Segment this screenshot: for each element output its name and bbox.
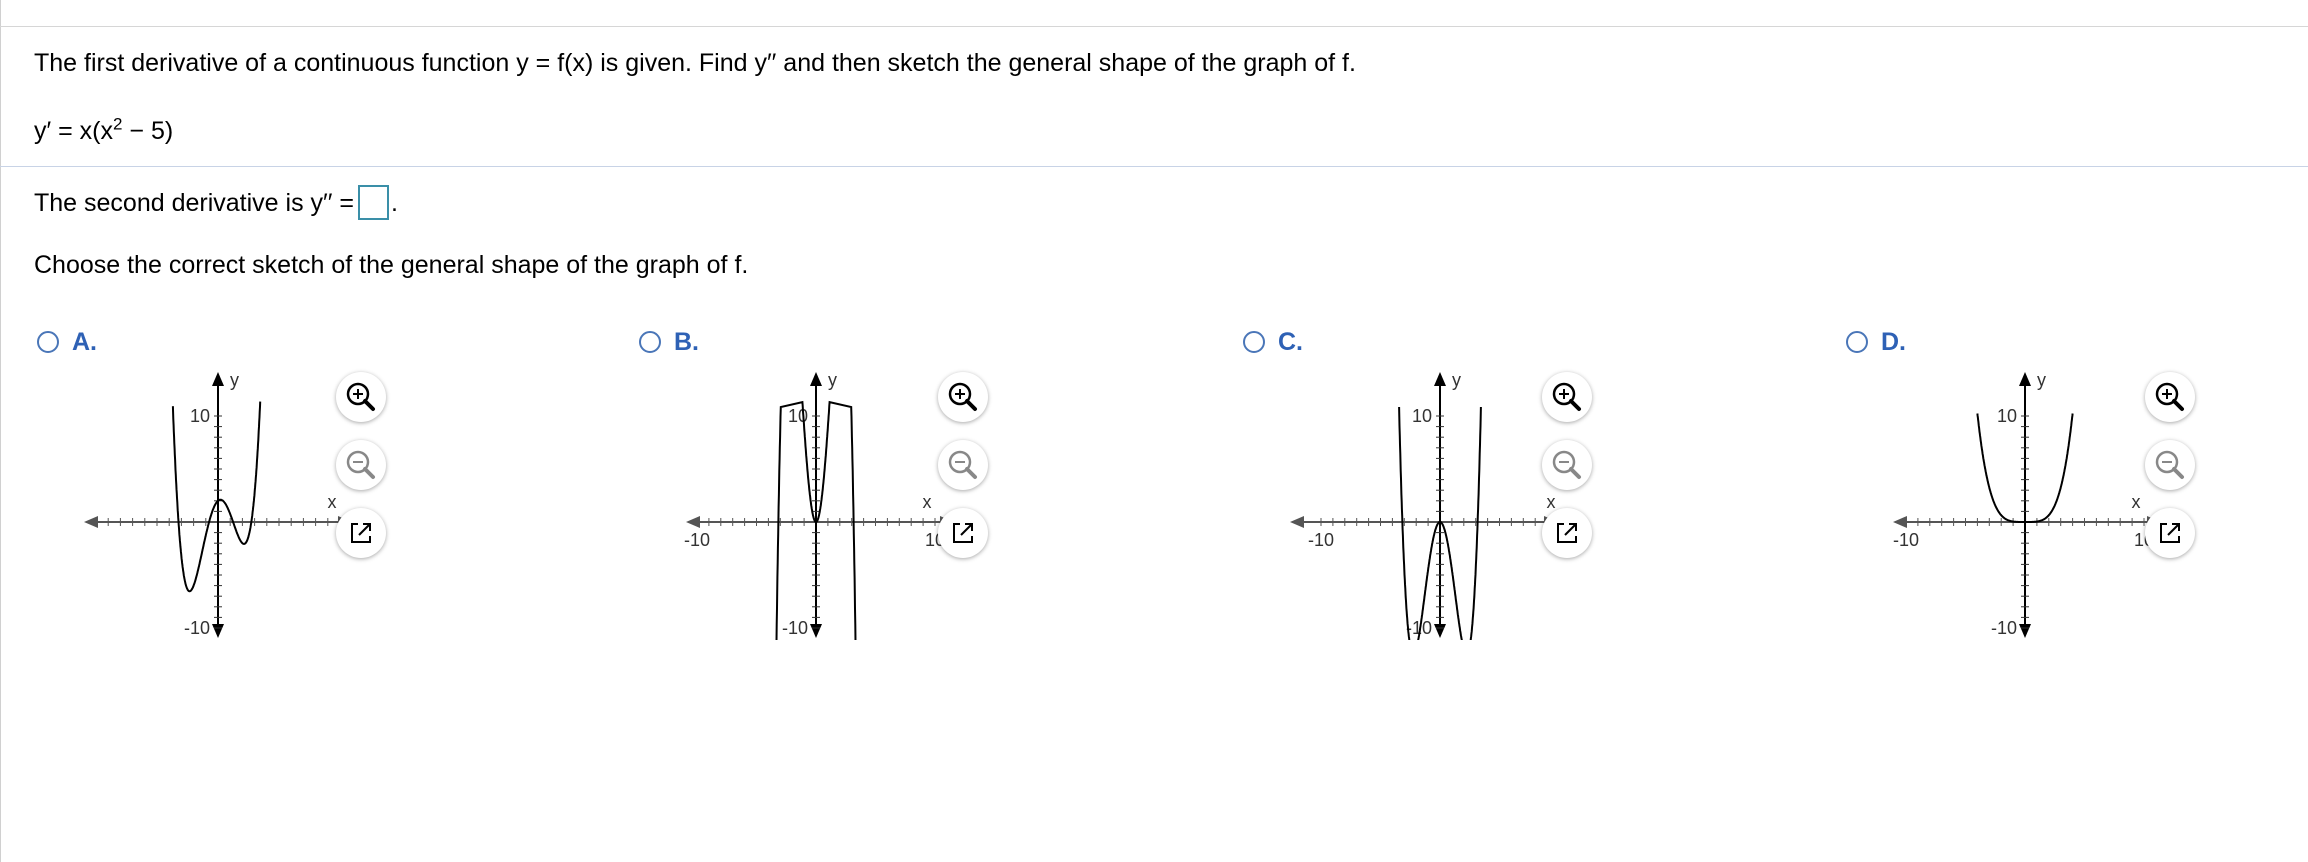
popout-icon [351,523,371,543]
graph-b: yx10-10-10 10 [684,370,954,640]
second-derivative-answer-box[interactable] [357,185,389,220]
zoom-out-icon [2155,450,2184,479]
given-derivative: y′ = x(x2 − 5) [34,116,173,146]
graph-d: yx10-10-10 10 [1893,370,2161,638]
radio-icon[interactable] [639,331,661,353]
second-derivative-line: The second derivative is y′′ =. [34,185,398,220]
popout-icon [2160,523,2180,543]
choice-letter: A. [72,328,97,356]
y-axis-arrow-down [1434,624,1446,638]
popout-icon [953,523,973,543]
zoom-out-button[interactable] [938,440,988,490]
choice-b[interactable]: B. y x 10 -10 -10 10 [636,318,1236,640]
y-axis-arrow-up [212,372,224,386]
zoom-in-button[interactable] [2145,372,2195,422]
zoom-out-button[interactable] [336,440,386,490]
y-tick-label-bottom: -10 [1991,618,2017,638]
zoom-out-icon [1552,450,1581,479]
y-axis-arrow-up [2019,372,2031,386]
graph-c: yx10-10-1010 [1290,370,1560,640]
popout-button[interactable] [1542,508,1592,558]
y-tick-label-top: 10 [788,406,808,426]
zoom-in-icon [948,382,977,411]
x-axis-arrow-left [1290,516,1304,528]
zoom-in-icon [346,382,375,411]
x-tick-label-left: -10 [1893,530,1919,550]
choice-a[interactable]: A. y x 10 -10 [34,318,634,638]
given-left: y′ = x(x [34,117,114,145]
choose-prompt: Choose the correct sketch of the general… [34,251,749,279]
y-tick-label-bottom: -10 [782,618,808,638]
x-axis-label: x [2132,492,2141,512]
zoom-in-button[interactable] [938,372,988,422]
question-intro: The first derivative of a continuous fun… [34,49,1356,77]
y-axis-label: y [1452,370,1461,390]
function-curve [171,401,262,593]
left-border [0,0,1,862]
y-axis-arrow-down [810,624,822,638]
choice-letter: D. [1881,328,1906,356]
x-axis-label: x [923,492,932,512]
radio-icon[interactable] [37,331,59,353]
top-divider [0,26,2308,27]
section-divider [0,166,2308,167]
zoom-out-button[interactable] [2145,440,2195,490]
choice-d[interactable]: D. y x 10 -10 -10 10 [1843,318,2308,638]
y-axis-arrow-down [2019,624,2031,638]
second-derivative-label: The second derivative is y′′ = [34,189,354,217]
x-axis-arrow-left [686,516,700,528]
x-tick-label-left: -10 [684,530,710,550]
zoom-in-button[interactable] [336,372,386,422]
popout-icon [1557,523,1577,543]
popout-button[interactable] [336,508,386,558]
zoom-out-icon [948,450,977,479]
popout-button[interactable] [938,508,988,558]
y-axis-arrow-up [810,372,822,386]
graph-a: yx10-10 [84,370,352,638]
y-tick-label-top: 10 [190,406,210,426]
zoom-out-icon [346,450,375,479]
radio-icon[interactable] [1243,331,1265,353]
y-tick-label-bottom: -10 [184,618,210,638]
zoom-in-icon [2155,382,2184,411]
zoom-in-icon [1552,382,1581,411]
y-axis-arrow-up [1434,372,1446,386]
y-axis-label: y [2037,370,2046,390]
zoom-out-button[interactable] [1542,440,1592,490]
zoom-in-button[interactable] [1542,372,1592,422]
popout-button[interactable] [2145,508,2195,558]
y-tick-label-top: 10 [1412,406,1432,426]
x-axis-arrow-left [1893,516,1907,528]
radio-icon[interactable] [1846,331,1868,353]
choice-letter: B. [674,328,699,356]
given-right: − 5) [122,117,174,145]
choice-c[interactable]: C.yx10-10-1010 [1240,318,1840,640]
choice-letter: C. [1278,328,1303,356]
second-derivative-period: . [390,189,398,217]
y-axis-label: y [828,370,837,390]
y-tick-label-top: 10 [1997,406,2017,426]
y-axis-label: y [230,370,239,390]
x-tick-label-left: -10 [1308,530,1334,550]
y-axis-arrow-down [212,624,224,638]
